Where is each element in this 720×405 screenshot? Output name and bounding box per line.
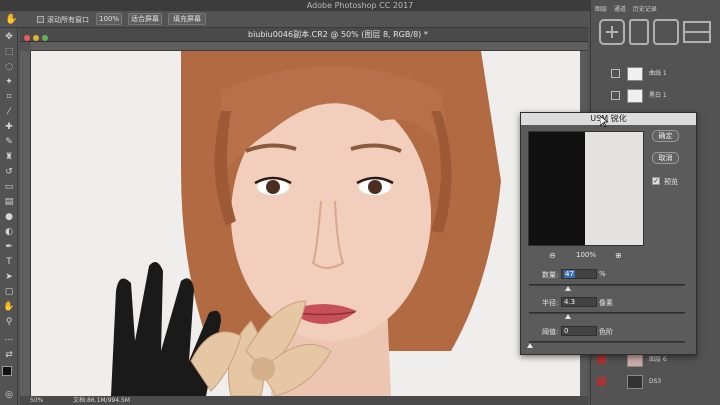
layer-thumb[interactable] (627, 353, 643, 367)
healing-icon[interactable]: ✚ (3, 122, 15, 133)
marquee-icon[interactable]: ⬚ (3, 47, 15, 58)
layer-mask-thumb[interactable] (627, 67, 643, 81)
layer-name: 曲线 1 (649, 70, 667, 77)
photoshop-window: Adobe Photoshop CC 2017 ✋ 滚动所有窗口 100% 适合… (0, 0, 720, 405)
document-tab[interactable]: biubiu0046副本.CR2 @ 50% (图层 8, RGB/8) * (20, 28, 588, 42)
shape-icon[interactable]: ▢ (3, 287, 15, 298)
pen-icon[interactable]: ✒ (3, 242, 15, 253)
radius-label: 半径: (542, 299, 559, 307)
hand-icon[interactable]: ✋ (3, 302, 15, 313)
adjustment-icon (611, 91, 620, 100)
stamp-icon[interactable]: ♜ (3, 152, 15, 163)
eyedropper-icon[interactable]: ⁄ (3, 107, 15, 118)
fill-screen-button[interactable]: 填充屏幕 (168, 13, 206, 25)
hand-tool-icon[interactable]: ✋ (5, 14, 17, 25)
threshold-unit: 色阶 (599, 328, 613, 336)
options-bar: ✋ 滚动所有窗口 100% 适合屏幕 填充屏幕 (0, 11, 588, 28)
app-title: Adobe Photoshop CC 2017 (306, 1, 414, 10)
mouse-cursor-icon (600, 116, 608, 128)
preview-checkbox[interactable]: ✓ (652, 177, 660, 185)
zoom-in-icon[interactable]: ⊕ (615, 251, 622, 260)
unsharp-mask-dialog: USM 锐化 确定 取消 ✓ 预览 ⊖ 100% ⊕ 数量: 47 % 半径: … (520, 112, 697, 355)
amount-label: 数量: (542, 271, 559, 279)
panel-tabs: 图层 通道 历史记录 (595, 4, 662, 13)
threshold-slider[interactable] (529, 341, 685, 343)
close-icon[interactable] (24, 35, 30, 41)
foreground-color-swatch[interactable] (2, 366, 12, 376)
amount-slider[interactable] (529, 284, 685, 286)
eraser-icon[interactable]: ▭ (3, 182, 15, 193)
status-doc-info: 文档:86.1M/994.5M (73, 397, 130, 404)
portrait-image (31, 51, 580, 396)
swap-colors-icon[interactable]: ⇄ (3, 350, 15, 361)
radius-slider[interactable] (529, 312, 685, 314)
path-select-icon[interactable]: ➤ (3, 272, 15, 283)
dialog-title[interactable]: USM 锐化 (521, 113, 696, 125)
scroll-all-checkbox[interactable] (37, 16, 44, 23)
threshold-input[interactable]: 0 (561, 326, 597, 336)
layer-name: 黑白 1 (649, 92, 667, 99)
history-brush-icon[interactable]: ↺ (3, 167, 15, 178)
tab-history[interactable]: 历史记录 (633, 6, 657, 13)
amount-value: 47 (564, 270, 575, 278)
preview-dark-region (529, 132, 585, 245)
layer-row[interactable]: 曲线 1 (597, 64, 719, 84)
threshold-label: 阈值: (542, 328, 559, 336)
document-canvas[interactable] (31, 51, 580, 396)
eye-icon[interactable] (597, 377, 606, 386)
status-zoom[interactable]: 50% (30, 396, 43, 405)
fit-screen-button[interactable]: 适合屏幕 (128, 13, 162, 25)
ok-button[interactable]: 确定 (652, 130, 679, 142)
tab-layers[interactable]: 图层 (595, 6, 607, 13)
more-tools-icon[interactable]: … (3, 333, 15, 344)
eye-icon[interactable] (597, 355, 606, 364)
preview-zoom-value: 100% (576, 251, 597, 259)
preview-zoom-row: ⊖ 100% ⊕ (521, 251, 651, 261)
document-title: biubiu0046副本.CR2 @ 50% (图层 8, RGB/8) * (248, 30, 428, 39)
radius-input[interactable]: 4.3 (561, 297, 597, 307)
lasso-icon[interactable]: ◌ (3, 62, 15, 73)
layer-mask-thumb[interactable] (627, 89, 643, 103)
move-icon[interactable]: ✥ (3, 32, 15, 43)
cancel-button[interactable]: 取消 (652, 152, 679, 164)
tools-panel: ✥ ⬚ ◌ ✦ ⌗ ⁄ ✚ ✎ ♜ ↺ ▭ ▤ ● ◐ ✒ T ➤ ▢ ✋ ⚲ … (0, 28, 18, 405)
gradient-icon[interactable]: ▤ (3, 197, 15, 208)
type-icon[interactable]: T (3, 257, 15, 268)
amount-unit: % (599, 270, 606, 278)
amount-slider-thumb[interactable] (565, 286, 571, 291)
layer-row[interactable]: 黑白 1 (597, 86, 719, 106)
layer-name: DS3 (649, 378, 662, 385)
radius-slider-thumb[interactable] (565, 314, 571, 319)
zoom-out-icon[interactable]: ⊖ (549, 251, 556, 260)
crop-icon[interactable]: ⌗ (3, 92, 15, 103)
zoom-100-button[interactable]: 100% (96, 13, 122, 25)
minimize-icon[interactable] (33, 35, 39, 41)
radius-unit: 像素 (599, 299, 613, 307)
vertical-ruler[interactable] (20, 51, 31, 396)
group-folder-thumb[interactable] (627, 375, 643, 389)
threshold-slider-thumb[interactable] (527, 343, 533, 348)
dodge-icon[interactable]: ◐ (3, 227, 15, 238)
blur-icon[interactable]: ● (3, 212, 15, 223)
adjustment-icon (611, 69, 620, 78)
filter-preview[interactable] (528, 131, 644, 246)
scroll-all-label: 滚动所有窗口 (47, 16, 89, 24)
magic-wand-icon[interactable]: ✦ (3, 77, 15, 88)
maximize-icon[interactable] (42, 35, 48, 41)
tab-channels[interactable]: 通道 (614, 6, 626, 13)
zoom-icon[interactable]: ⚲ (3, 317, 15, 328)
horizontal-ruler[interactable] (31, 42, 588, 51)
watermark-logo (599, 19, 711, 45)
layer-row[interactable]: DS3 (597, 372, 719, 392)
quick-mask-icon[interactable]: ◎ (3, 390, 15, 401)
amount-input[interactable]: 47 (561, 269, 597, 279)
preview-label: 预览 (664, 178, 678, 186)
brush-icon[interactable]: ✎ (3, 137, 15, 148)
status-bar: 50% 文档:86.1M/994.5M (20, 396, 588, 405)
